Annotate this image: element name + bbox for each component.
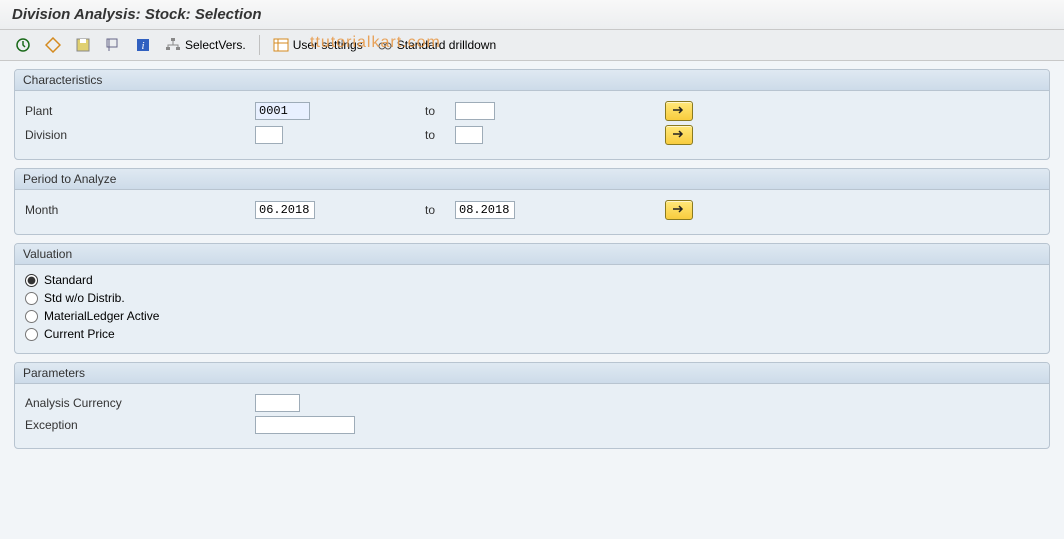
parameters-group: Parameters Analysis Currency Exception <box>14 362 1050 449</box>
save-icon <box>75 37 91 53</box>
division-label: Division <box>25 128 255 142</box>
month-multi-selection-button[interactable] <box>665 200 693 220</box>
select-vers-button[interactable]: SelectVers. <box>160 34 251 56</box>
page-header: Division Analysis: Stock: Selection <box>0 0 1064 30</box>
goto-button[interactable] <box>100 34 126 56</box>
info-icon: i <box>135 37 151 53</box>
to-label: to <box>375 203 455 217</box>
valuation-ml-label: MaterialLedger Active <box>44 309 159 323</box>
toolbar: i SelectVers. User settings Standard dri… <box>0 30 1064 61</box>
exception-label: Exception <box>25 418 255 432</box>
svg-text:i: i <box>141 40 144 52</box>
variant-button[interactable] <box>40 34 66 56</box>
valuation-stdwo-label: Std w/o Distrib. <box>44 291 125 305</box>
arrow-right-icon <box>672 128 686 142</box>
to-label: to <box>375 104 455 118</box>
select-vers-label: SelectVers. <box>185 38 246 52</box>
exception-input[interactable] <box>255 416 355 434</box>
characteristics-group: Characteristics Plant to Division to <box>14 69 1050 160</box>
plant-to-input[interactable] <box>455 102 495 120</box>
valuation-current-radio[interactable] <box>25 328 38 341</box>
standard-drilldown-button[interactable]: Standard drilldown <box>372 34 501 56</box>
hierarchy-icon <box>165 37 181 53</box>
valuation-stdwo-radio[interactable] <box>25 292 38 305</box>
division-to-input[interactable] <box>455 126 483 144</box>
valuation-ml-radio[interactable] <box>25 310 38 323</box>
valuation-title: Valuation <box>15 244 1049 265</box>
arrow-right-icon <box>672 203 686 217</box>
plant-from-input[interactable] <box>255 102 310 120</box>
execute-button[interactable] <box>10 34 36 56</box>
period-title: Period to Analyze <box>15 169 1049 190</box>
table-icon <box>273 37 289 53</box>
month-from-input[interactable] <box>255 201 315 219</box>
month-label: Month <box>25 203 255 217</box>
user-settings-label: User settings <box>293 38 363 52</box>
diamond-icon <box>45 37 61 53</box>
division-multi-selection-button[interactable] <box>665 125 693 145</box>
parameters-title: Parameters <box>15 363 1049 384</box>
toolbar-separator <box>259 35 260 55</box>
month-to-input[interactable] <box>455 201 515 219</box>
to-label: to <box>375 128 455 142</box>
clock-execute-icon <box>15 37 31 53</box>
user-settings-button[interactable]: User settings <box>268 34 368 56</box>
analysis-currency-input[interactable] <box>255 394 300 412</box>
save-button[interactable] <box>70 34 96 56</box>
flag-icon <box>105 37 121 53</box>
info-button[interactable]: i <box>130 34 156 56</box>
plant-multi-selection-button[interactable] <box>665 101 693 121</box>
valuation-group: Valuation Standard Std w/o Distrib. Mate… <box>14 243 1050 354</box>
valuation-standard-label: Standard <box>44 273 93 287</box>
plant-label: Plant <box>25 104 255 118</box>
glasses-icon <box>377 37 393 53</box>
analysis-currency-label: Analysis Currency <box>25 396 255 410</box>
page-title: Division Analysis: Stock: Selection <box>12 6 262 23</box>
characteristics-title: Characteristics <box>15 70 1049 91</box>
valuation-current-label: Current Price <box>44 327 115 341</box>
division-from-input[interactable] <box>255 126 283 144</box>
standard-drilldown-label: Standard drilldown <box>397 38 496 52</box>
content-area: Characteristics Plant to Division to <box>0 61 1064 465</box>
valuation-standard-radio[interactable] <box>25 274 38 287</box>
period-group: Period to Analyze Month to <box>14 168 1050 235</box>
arrow-right-icon <box>672 104 686 118</box>
